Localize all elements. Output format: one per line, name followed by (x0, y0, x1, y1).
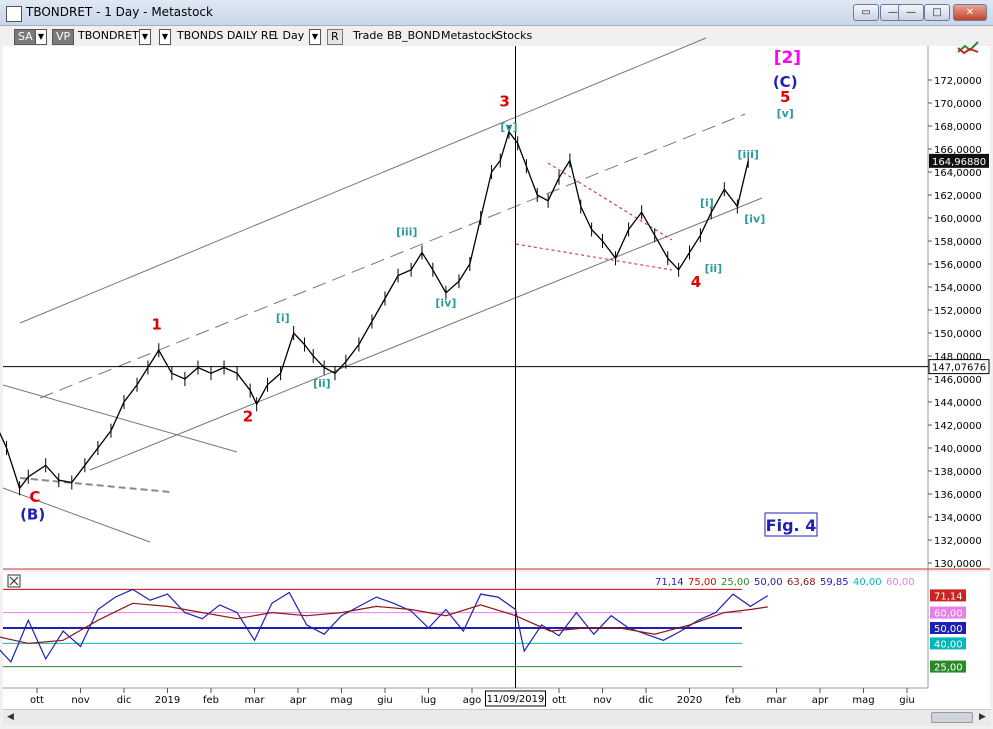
price-tick-label: 160,0000 (934, 214, 982, 225)
price-tick-label: 156,0000 (934, 260, 982, 271)
last-price-marker: 164,96880 (929, 153, 989, 168)
wave-label: [iv] (435, 297, 456, 310)
oscillator-header-value: 59,85 (820, 577, 849, 588)
price-tick-label: 152,0000 (934, 306, 982, 317)
oscillator-level-label: 25,00 (934, 663, 963, 674)
date-tick-label: mar (245, 695, 266, 706)
oscillator-close-icon[interactable] (7, 574, 21, 588)
wave-label: [iii] (396, 225, 417, 238)
oscillator-level-label: 50,00 (934, 624, 963, 635)
wave-label: [v] (500, 121, 517, 134)
last-price-label: 164,96880 (932, 157, 986, 168)
scroll-left-icon[interactable]: ◀ (7, 712, 14, 722)
wave-label: 4 (691, 273, 701, 291)
oscillator-header-value: 40,00 (853, 577, 882, 588)
date-tick-label: 2020 (677, 695, 702, 706)
wave-label: [iv] (744, 213, 765, 226)
scroll-right-icon[interactable]: ▶ (979, 712, 986, 722)
date-tick-label: giu (377, 695, 392, 706)
date-tick-label: dic (639, 695, 654, 706)
date-tick-label: mag (330, 695, 352, 706)
figure-label-text: Fig. 4 (766, 516, 817, 535)
wave-label: [iii] (738, 148, 759, 161)
price-tick-label: 154,0000 (934, 283, 982, 294)
date-tick-label: mag (852, 695, 874, 706)
date-tick-label: lug (421, 695, 436, 706)
wave-label: [ii] (313, 377, 331, 390)
price-tick-label: 130,0000 (934, 559, 982, 570)
date-tick-label: ott (30, 695, 44, 706)
date-tick-label: mar (767, 695, 788, 706)
cursor-date-marker: 11/09/2019 (485, 690, 546, 707)
oscillator-last-label: 71,14 (934, 591, 963, 602)
date-tick-label: nov (593, 695, 611, 706)
price-tick-label: 132,0000 (934, 536, 982, 547)
date-tick-label: nov (71, 695, 89, 706)
date-tick-label: apr (812, 695, 829, 706)
oscillator-header-value: 71,14 (655, 577, 684, 588)
oscillator-header-value: 75,00 (688, 577, 717, 588)
oscillator-level-label: 40,00 (934, 639, 963, 650)
date-tick-label: apr (290, 695, 307, 706)
crosshair-price-marker: 147,07676 (928, 359, 990, 375)
oscillator-axis-labels: 60,00 50,00 40,00 25,00 71,14 (930, 589, 966, 674)
date-tick-label: giu (899, 695, 914, 706)
price-tick-label: 172,0000 (934, 76, 982, 87)
wave-label: [ii] (705, 262, 723, 275)
price-chart[interactable]: 130,0000 132,0000 134,0000 136,0000 138,0000… (0, 0, 993, 709)
date-tick-label: ott (552, 695, 566, 706)
cursor-date-label: 11/09/2019 (487, 694, 545, 705)
price-tick-label: 162,0000 (934, 191, 982, 202)
wave-label: (C) (773, 73, 798, 91)
crosshair-price-label: 147,07676 (932, 363, 986, 374)
price-tick-label: 138,0000 (934, 467, 982, 478)
oscillator-header-value: 63,68 (787, 577, 816, 588)
date-tick-label: 2019 (155, 695, 180, 706)
wave-label: [2] (774, 48, 801, 68)
date-tick-label: feb (203, 695, 219, 706)
price-tick-label: 142,0000 (934, 421, 982, 432)
price-tick-label: 136,0000 (934, 490, 982, 501)
wave-label: 2 (243, 408, 253, 426)
horizontal-scrollbar[interactable]: ◀ ▶ (3, 709, 991, 726)
price-tick-label: 170,0000 (934, 99, 982, 110)
date-tick-label: ago (463, 695, 482, 706)
wave-label: 3 (499, 92, 509, 110)
date-tick-label: dic (117, 695, 132, 706)
price-tick-label: 158,0000 (934, 237, 982, 248)
wave-label: 1 (151, 316, 161, 334)
price-panel-background (3, 46, 928, 569)
date-tick-label: feb (725, 695, 741, 706)
scrollbar-thumb[interactable] (931, 712, 973, 723)
wave-label: [v] (777, 107, 794, 120)
price-tick-label: 168,0000 (934, 122, 982, 133)
oscillator-header-value: 25,00 (721, 577, 750, 588)
price-tick-label: 150,0000 (934, 329, 982, 340)
oscillator-header-value: 60,00 (886, 577, 915, 588)
price-tick-label: 134,0000 (934, 513, 982, 524)
figure-label: Fig. 4 (764, 512, 818, 537)
oscillator-level-label: 60,00 (934, 609, 963, 620)
wave-label: [i] (276, 312, 290, 325)
wave-label: (B) (20, 505, 45, 523)
wave-label: C (29, 488, 40, 506)
wave-label: [i] (700, 197, 714, 210)
price-tick-label: 146,0000 (934, 375, 982, 386)
price-tick-label: 140,0000 (934, 444, 982, 455)
price-tick-label: 144,0000 (934, 398, 982, 409)
price-tick-label: 164,0000 (934, 168, 982, 179)
oscillator-header-value: 50,00 (754, 577, 783, 588)
